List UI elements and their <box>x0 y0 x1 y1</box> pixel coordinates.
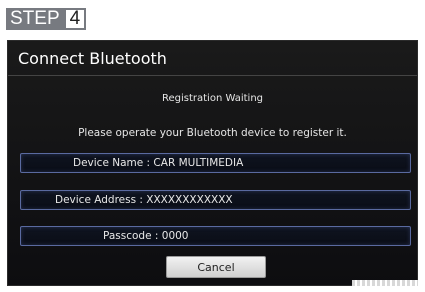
device-address-text: Device Address : XXXXXXXXXXXX <box>55 194 233 206</box>
instruction-text: Please operate your Bluetooth device to … <box>78 127 347 139</box>
registration-status: Registration Waiting <box>161 93 264 104</box>
step-number: 4 <box>63 8 87 30</box>
passcode-text: Passcode : 0000 <box>103 230 189 242</box>
passcode-field: Passcode : 0000 <box>20 226 411 246</box>
title-divider <box>8 75 417 76</box>
cancel-button-label: Cancel <box>197 260 235 274</box>
device-name-field: Device Name : CAR MULTIMEDIA <box>20 153 411 173</box>
cancel-button[interactable]: Cancel <box>166 256 266 278</box>
step-badge: STEP 4 <box>6 8 87 30</box>
device-name-text: Device Name : CAR MULTIMEDIA <box>73 157 244 169</box>
dialog-title: Connect Bluetooth <box>18 49 167 68</box>
corner-mark <box>352 280 418 286</box>
step-label: STEP <box>6 8 64 30</box>
bluetooth-dialog: Connect Bluetooth Registration Waiting P… <box>7 40 418 286</box>
device-address-field: Device Address : XXXXXXXXXXXX <box>20 190 411 210</box>
